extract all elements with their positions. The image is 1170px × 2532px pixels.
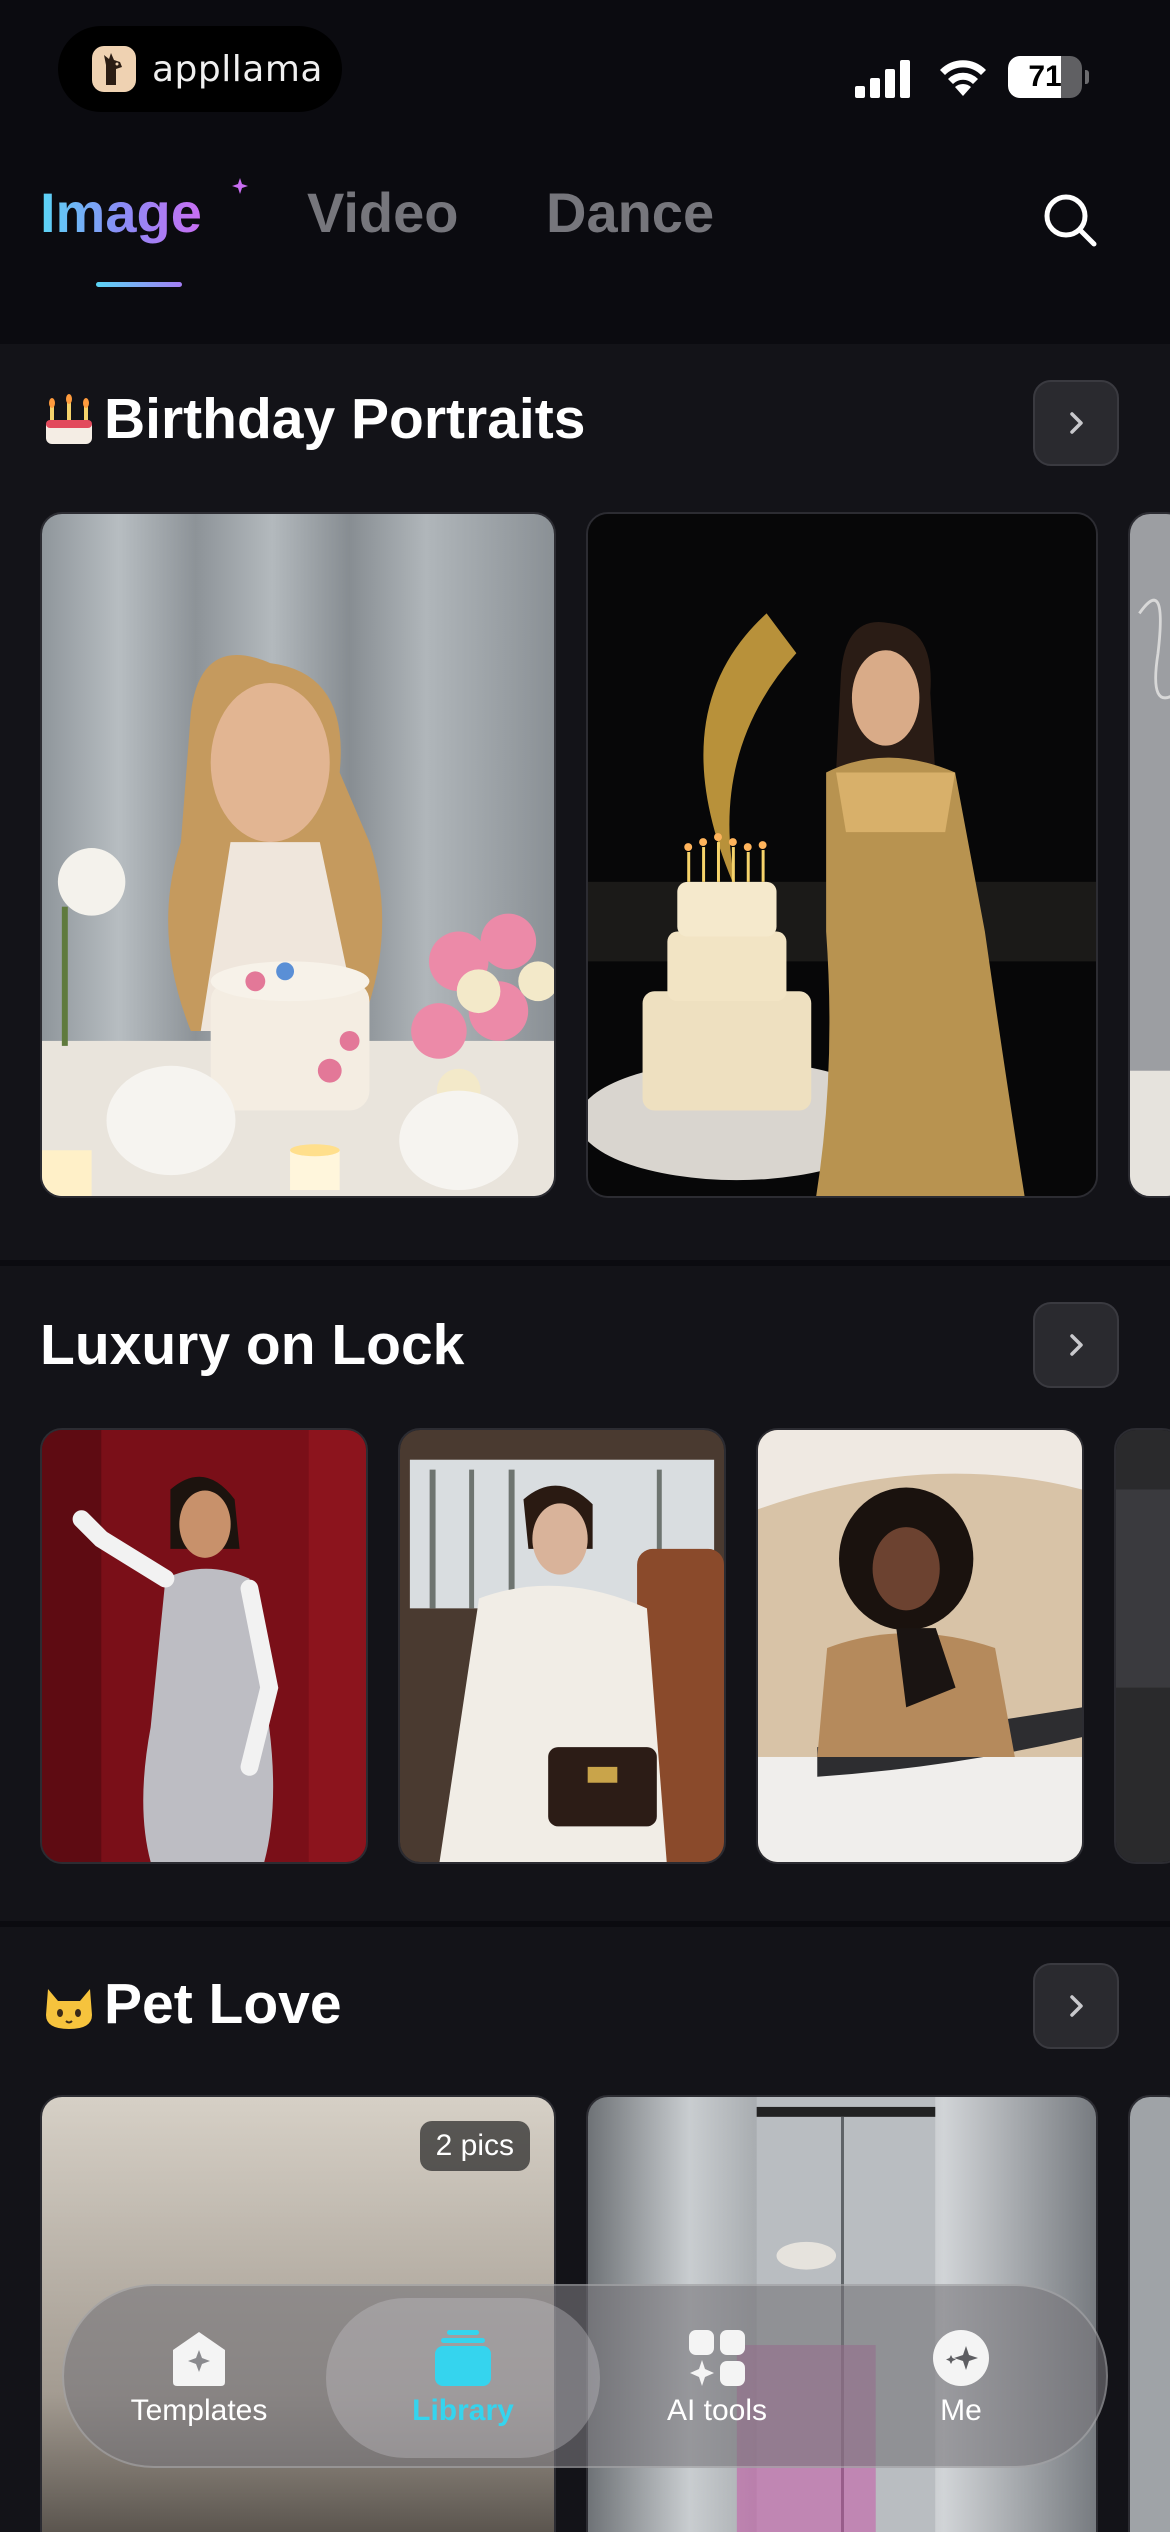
section-title-pet: Pet Love bbox=[40, 1971, 342, 2037]
nav-label: Library bbox=[412, 2394, 514, 2427]
luxury-portrait-image bbox=[42, 1430, 366, 1862]
cat-emoji-icon bbox=[46, 1989, 92, 2029]
nav-label: AI tools bbox=[666, 2394, 768, 2427]
cake-emoji-icon bbox=[46, 394, 92, 444]
see-more-button[interactable] bbox=[1033, 1302, 1119, 1388]
see-more-button[interactable] bbox=[1033, 1963, 1119, 2049]
luxury-portrait-image bbox=[1116, 1430, 1170, 1862]
library-icon bbox=[435, 2330, 491, 2386]
section-title-birthday: Birthday Portraits bbox=[40, 386, 585, 452]
luxury-portrait-image bbox=[758, 1430, 1082, 1862]
template-card[interactable] bbox=[40, 512, 556, 1198]
template-card[interactable] bbox=[398, 1428, 726, 1864]
template-card[interactable] bbox=[1128, 2095, 1170, 2532]
nav-label: Me bbox=[940, 2394, 982, 2427]
wifi-icon bbox=[940, 60, 986, 96]
nav-label: Templates bbox=[130, 2394, 268, 2427]
see-more-button[interactable] bbox=[1033, 380, 1119, 466]
section-title-text: Pet Love bbox=[104, 1972, 342, 2036]
cellular-signal-icon bbox=[855, 60, 910, 98]
chevron-right-icon bbox=[1070, 1995, 1083, 2017]
birthday-portrait-image bbox=[42, 514, 554, 1196]
tab-dance[interactable]: Dance bbox=[546, 180, 714, 245]
section-title-luxury: Luxury on Lock bbox=[40, 1312, 464, 1378]
nav-templates[interactable]: Templates bbox=[124, 2286, 274, 2470]
templates-icon bbox=[173, 2332, 225, 2386]
section-title-text: Luxury on Lock bbox=[40, 1313, 465, 1377]
chevron-right-icon bbox=[1070, 412, 1083, 434]
nav-library[interactable]: Library bbox=[388, 2286, 538, 2470]
app-indicator-pill[interactable]: appllama bbox=[58, 26, 342, 112]
active-tab-indicator bbox=[96, 282, 182, 287]
luxury-portrait-image bbox=[400, 1430, 724, 1862]
nav-ai-tools[interactable]: AI tools bbox=[632, 2286, 802, 2470]
battery-nub bbox=[1085, 70, 1089, 84]
section-birthday-portraits: Birthday Portraits bbox=[0, 344, 1170, 1266]
birthday-portrait-image bbox=[588, 514, 1096, 1196]
template-card[interactable] bbox=[586, 512, 1098, 1198]
template-card[interactable] bbox=[40, 1428, 368, 1864]
status-bar: appllama 71 bbox=[0, 0, 1170, 140]
birthday-portrait-image bbox=[1130, 514, 1170, 1196]
battery-level: 71 bbox=[1028, 60, 1062, 93]
multi-picture-badge: 2 pics bbox=[419, 2121, 530, 2171]
pet-portrait-image bbox=[1130, 2097, 1170, 2532]
battery-icon: 71 bbox=[1008, 56, 1082, 98]
ai-tools-icon bbox=[689, 2330, 745, 2386]
bottom-navigation-bar: Templates Library AI tools Me bbox=[62, 2284, 1108, 2468]
llama-logo-icon bbox=[92, 46, 136, 92]
section-luxury-on-lock: Luxury on Lock bbox=[0, 1266, 1170, 1927]
tab-video[interactable]: Video bbox=[307, 180, 458, 245]
template-card[interactable] bbox=[1128, 512, 1170, 1198]
template-card[interactable] bbox=[756, 1428, 1084, 1864]
sparkle-icon bbox=[232, 178, 248, 194]
media-type-tabs: Image Video Dance bbox=[0, 140, 1170, 340]
chevron-right-icon bbox=[1070, 1334, 1083, 1356]
template-card[interactable] bbox=[1114, 1428, 1170, 1864]
me-icon bbox=[933, 2330, 989, 2386]
tab-image[interactable]: Image bbox=[40, 180, 202, 245]
app-name: appllama bbox=[152, 48, 323, 90]
battery-indicator: 71 bbox=[1008, 56, 1089, 98]
nav-me[interactable]: Me bbox=[896, 2286, 1026, 2470]
search-icon[interactable] bbox=[1040, 190, 1100, 250]
section-title-text: Birthday Portraits bbox=[104, 387, 586, 451]
